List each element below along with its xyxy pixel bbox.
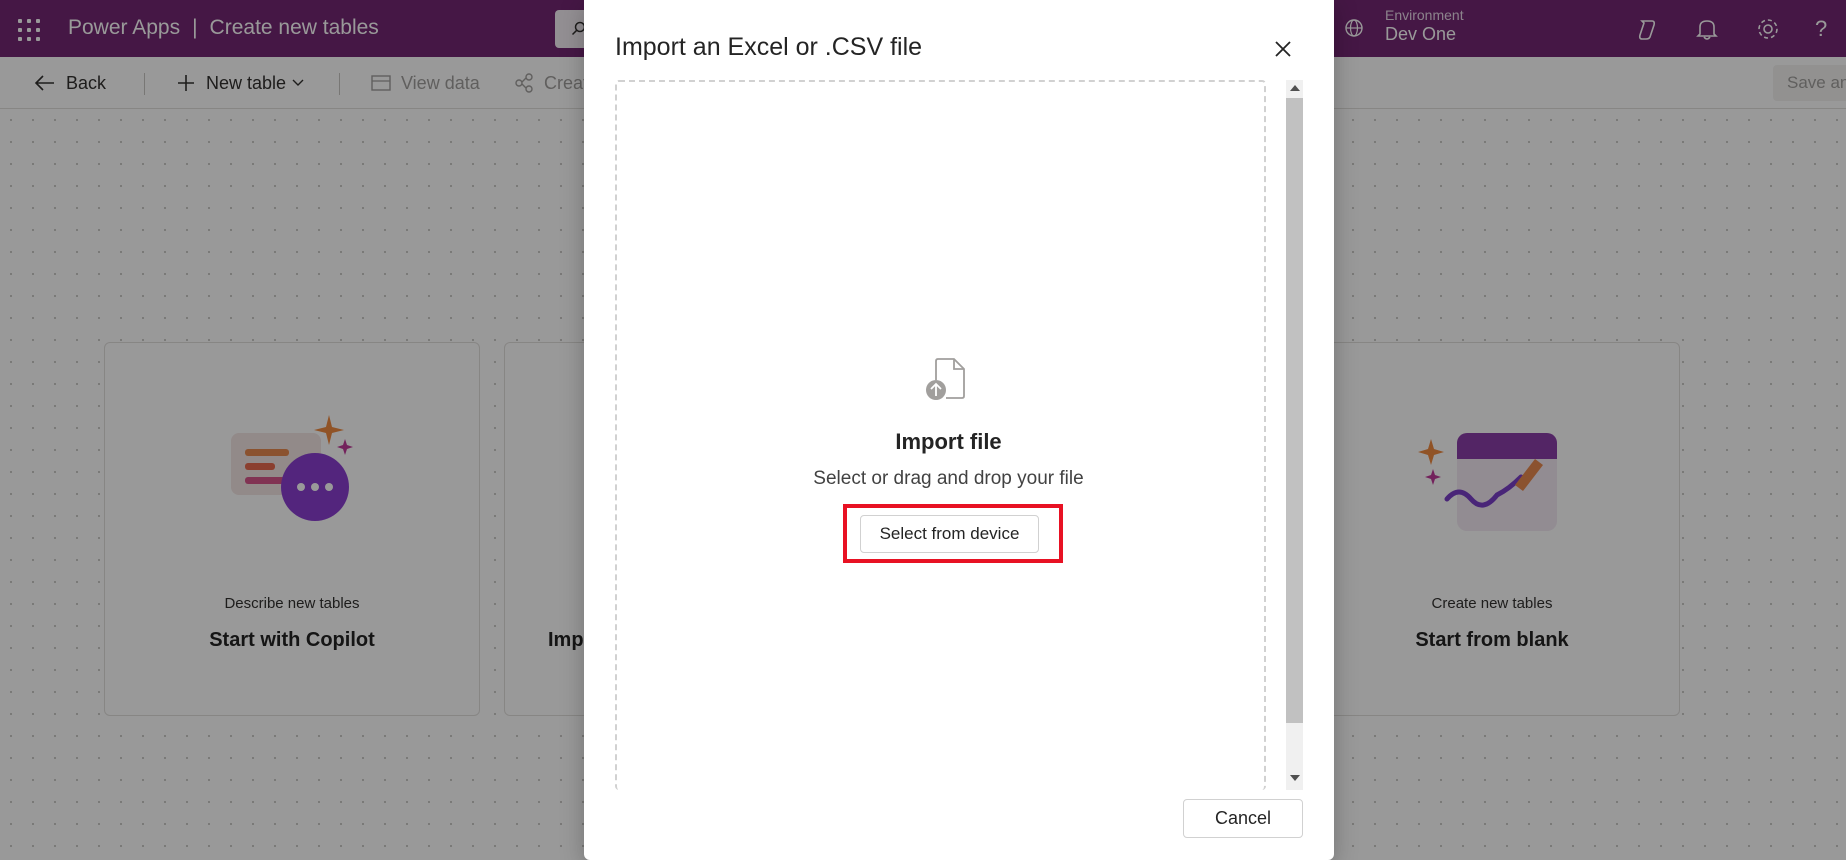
cancel-button[interactable]: Cancel (1183, 799, 1303, 838)
scroll-down-arrow-icon[interactable] (1286, 770, 1303, 786)
import-file-heading: Import file (895, 429, 1002, 454)
scroll-up-arrow-icon[interactable] (1286, 80, 1303, 96)
close-icon[interactable] (1271, 37, 1295, 61)
import-file-dialog: Import an Excel or .CSV file Import file… (584, 0, 1334, 860)
dialog-title: Import an Excel or .CSV file (615, 33, 923, 61)
scrollbar-thumb[interactable] (1286, 98, 1303, 723)
select-from-device-button[interactable]: Select from device (860, 515, 1039, 553)
file-upload-icon (926, 358, 965, 400)
import-file-subtext: Select or drag and drop your file (813, 468, 1084, 489)
